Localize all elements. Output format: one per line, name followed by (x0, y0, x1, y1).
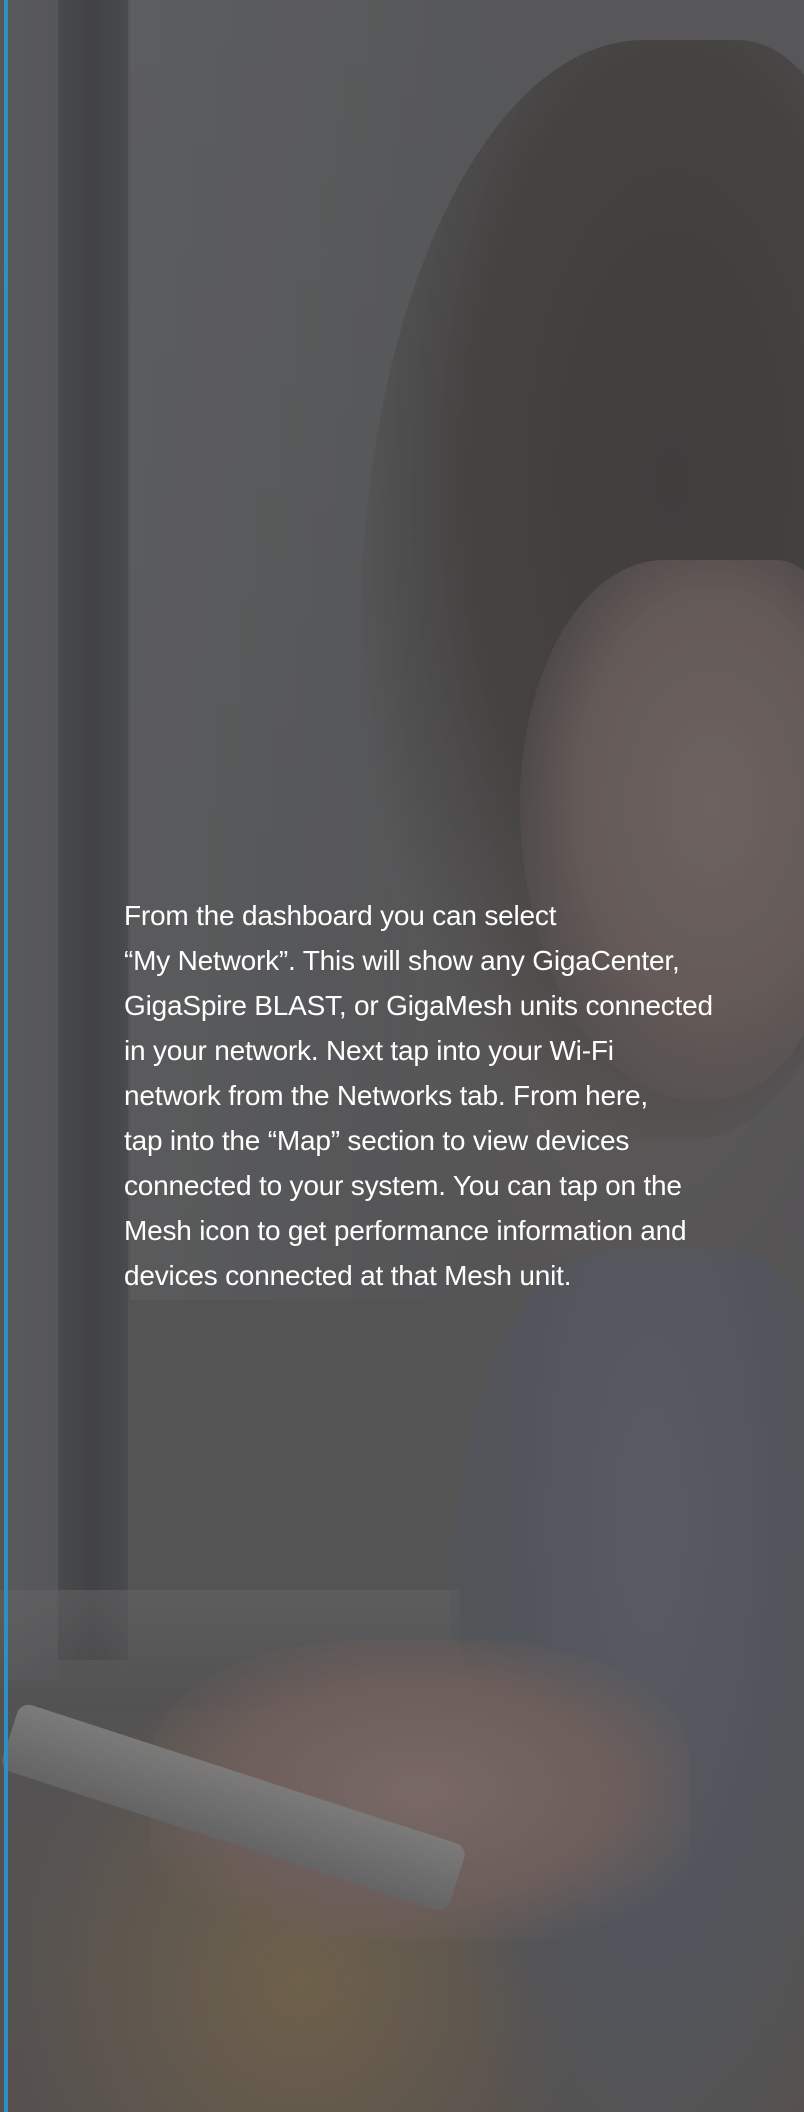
instruction-line: network from the Networks tab. From here… (124, 1080, 648, 1111)
instruction-line: tap into the “Map” section to view devic… (124, 1125, 630, 1156)
instruction-line: connected to your system. You can tap on… (124, 1170, 682, 1201)
instruction-line: GigaSpire BLAST, or GigaMesh units conne… (124, 990, 713, 1021)
instruction-line: “My Network”. This will show any GigaCen… (124, 945, 680, 976)
instruction-line: Mesh icon to get performance information… (124, 1215, 687, 1246)
accent-border (4, 0, 8, 2112)
instruction-line: From the dashboard you can select (124, 900, 557, 931)
instruction-paragraph: From the dashboard you can select “My Ne… (124, 893, 744, 1298)
instruction-line: devices connected at that Mesh unit. (124, 1260, 572, 1291)
instruction-line: in your network. Next tap into your Wi-F… (124, 1035, 614, 1066)
